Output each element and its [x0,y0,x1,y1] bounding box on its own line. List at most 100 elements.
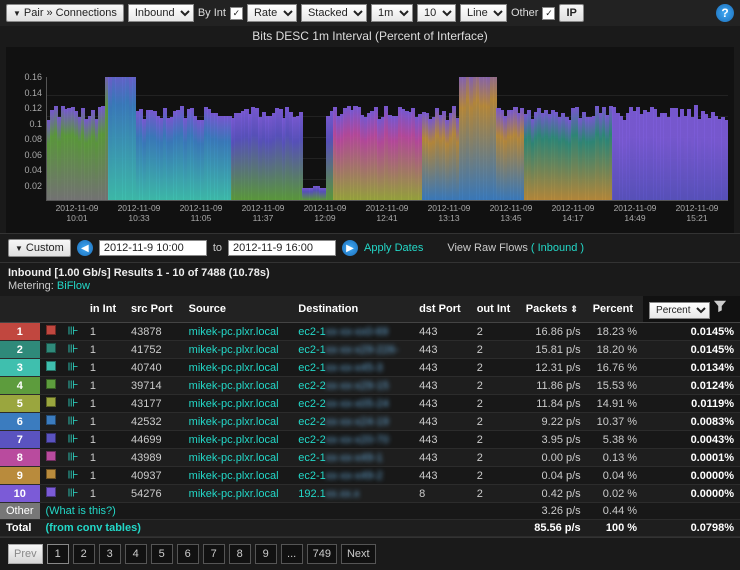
col-dst-port[interactable]: dst Port [413,296,471,323]
stacked-select[interactable]: Stacked [301,4,367,22]
ip-button[interactable]: IP [559,4,583,22]
table-row[interactable]: 4⊪139714mikek-pc.plxr.localec2-2xx-xx-x2… [0,377,740,395]
pager-page[interactable]: 2 [73,544,95,564]
chart-plot[interactable] [46,77,728,201]
row-swatch-cell [40,395,62,413]
col-in-int[interactable]: in Int [84,296,125,323]
cell-source[interactable]: mikek-pc.plxr.local [183,395,293,413]
pager-page[interactable]: 3 [99,544,121,564]
col-percent[interactable]: Percent [587,296,643,323]
cell-source[interactable]: mikek-pc.plxr.local [183,377,293,395]
table-row[interactable]: 7⊪144699mikek-pc.plxr.localec2-2xx-xx-x2… [0,431,740,449]
graph-icon[interactable]: ⊪ [68,434,78,444]
pager-page[interactable]: 9 [255,544,277,564]
row-graph-cell[interactable]: ⊪ [62,323,84,341]
metering-value-link[interactable]: BiFlow [57,280,90,292]
graph-icon[interactable]: ⊪ [68,380,78,390]
filter-icon[interactable] [713,299,727,313]
pager-page[interactable]: 1 [47,544,69,564]
col-src-port[interactable]: src Port [125,296,183,323]
cell-source[interactable]: mikek-pc.plxr.local [183,359,293,377]
row-graph-cell[interactable]: ⊪ [62,359,84,377]
from-conv-tables-link[interactable]: (from conv tables) [40,520,520,537]
percent-mode-select[interactable]: Percent [649,302,710,319]
row-graph-cell[interactable]: ⊪ [62,377,84,395]
cell-destination[interactable]: ec2-2xx-xx-x20-70 [292,431,413,449]
cell-source[interactable]: mikek-pc.plxr.local [183,449,293,467]
table-row[interactable]: 8⊪143989mikek-pc.plxr.localec2-1xx-xx-x4… [0,449,740,467]
pager-prev[interactable]: Prev [8,544,43,564]
byint-checkbox[interactable]: ✓ [230,7,243,20]
row-number: 7 [0,431,40,449]
pager-page[interactable]: 7 [203,544,225,564]
y-tick: 0.06 [24,150,42,160]
pager-page[interactable]: 6 [177,544,199,564]
table-row[interactable]: 6⊪142532mikek-pc.plxr.localec2-2xx-xx-x2… [0,413,740,431]
apply-dates-link[interactable]: Apply Dates [364,242,423,254]
row-graph-cell[interactable]: ⊪ [62,341,84,359]
byint-label: By Int [198,7,226,19]
graph-icon[interactable]: ⊪ [68,398,78,408]
row-graph-cell[interactable]: ⊪ [62,395,84,413]
row-graph-cell[interactable]: ⊪ [62,467,84,485]
cell-destination[interactable]: ec2-1xx-xx-x49-1 [292,449,413,467]
cell-src-port: 44699 [125,431,183,449]
cell-destination[interactable]: ec2-2xx-xx-x29-15 [292,377,413,395]
col-destination[interactable]: Destination [292,296,413,323]
row-graph-cell[interactable]: ⊪ [62,431,84,449]
pager-page[interactable]: 5 [151,544,173,564]
cell-destination[interactable]: ec2-1xx-xx-x49-2 [292,467,413,485]
cell-destination[interactable]: 192.1xx.xx.x [292,485,413,503]
cell-destination[interactable]: ec2-1xx-xx-xx0-69 [292,323,413,341]
table-row[interactable]: 10⊪154276mikek-pc.plxr.local192.1xx.xx.x… [0,485,740,503]
cell-source[interactable]: mikek-pc.plxr.local [183,485,293,503]
row-graph-cell[interactable]: ⊪ [62,449,84,467]
pair-connections-button[interactable]: ▼ Pair » Connections [6,4,124,22]
rate-select[interactable]: Rate [247,4,297,22]
graph-icon[interactable]: ⊪ [68,470,78,480]
help-icon[interactable]: ? [716,4,734,22]
graph-icon[interactable]: ⊪ [68,326,78,336]
pager-page[interactable]: 8 [229,544,251,564]
direction-select[interactable]: Inbound [128,4,194,22]
cell-destination[interactable]: ec2-2xx-xx-x05-24 [292,395,413,413]
table-row[interactable]: 5⊪143177mikek-pc.plxr.localec2-2xx-xx-x0… [0,395,740,413]
cell-destination[interactable]: ec2-1xx-xx-x29-226- [292,341,413,359]
cell-source[interactable]: mikek-pc.plxr.local [183,413,293,431]
row-graph-cell[interactable]: ⊪ [62,413,84,431]
pager-page[interactable]: 4 [125,544,147,564]
view-raw-flows-link[interactable]: ( Inbound ) [531,242,584,254]
cell-destination[interactable]: ec2-1xx-xx-x45-3 [292,359,413,377]
col-packets[interactable]: Packets ⇕ [520,296,587,323]
date-to-input[interactable] [228,240,336,256]
cell-dst-port: 443 [413,467,471,485]
count-select[interactable]: 10 [417,4,456,22]
table-row[interactable]: 9⊪140937mikek-pc.plxr.localec2-1xx-xx-x4… [0,467,740,485]
graph-icon[interactable]: ⊪ [68,488,78,498]
what-is-this-link[interactable]: (What is this?) [40,503,520,520]
custom-range-button[interactable]: ▼ Custom [8,239,71,257]
table-row[interactable]: 3⊪140740mikek-pc.plxr.localec2-1xx-xx-x4… [0,359,740,377]
cell-source[interactable]: mikek-pc.plxr.local [183,323,293,341]
col-out-int[interactable]: out Int [471,296,520,323]
graph-icon[interactable]: ⊪ [68,344,78,354]
graph-icon[interactable]: ⊪ [68,452,78,462]
cell-source[interactable]: mikek-pc.plxr.local [183,467,293,485]
date-next-icon[interactable]: ▶ [342,240,358,256]
cell-source[interactable]: mikek-pc.plxr.local [183,431,293,449]
date-prev-icon[interactable]: ◀ [77,240,93,256]
table-row[interactable]: 1⊪143878mikek-pc.plxr.localec2-1xx-xx-xx… [0,323,740,341]
date-from-input[interactable] [99,240,207,256]
row-graph-cell[interactable]: ⊪ [62,485,84,503]
cell-destination[interactable]: ec2-2xx-xx-x24-19 [292,413,413,431]
viz-select[interactable]: Line [460,4,507,22]
pager-last[interactable]: 749 [307,544,337,564]
graph-icon[interactable]: ⊪ [68,362,78,372]
col-source[interactable]: Source [183,296,293,323]
cell-source[interactable]: mikek-pc.plxr.local [183,341,293,359]
graph-icon[interactable]: ⊪ [68,416,78,426]
table-row[interactable]: 2⊪141752mikek-pc.plxr.localec2-1xx-xx-x2… [0,341,740,359]
pager-next[interactable]: Next [341,544,376,564]
other-checkbox[interactable]: ✓ [542,7,555,20]
interval-select[interactable]: 1m [371,4,413,22]
